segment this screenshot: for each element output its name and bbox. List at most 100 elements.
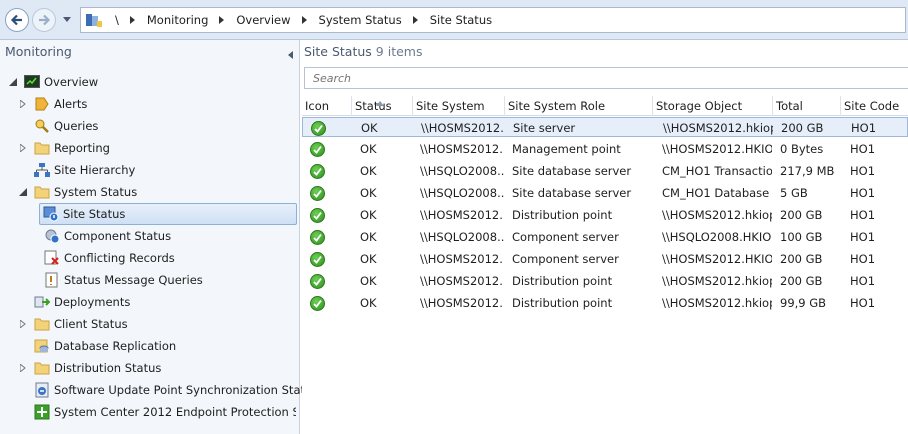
tree-item-queries[interactable]: Queries [34, 115, 98, 137]
status-ok-check-icon [310, 229, 325, 245]
folder-icon [34, 362, 50, 375]
search-input[interactable] [305, 68, 908, 88]
breadcrumb-root[interactable]: \ [107, 13, 127, 27]
status-ok-check-icon [310, 251, 325, 267]
cell-site-system-role: Component server [512, 252, 619, 266]
column-header-site-system[interactable]: Site System [413, 96, 505, 116]
component-status-icon [45, 229, 60, 244]
breadcrumb-system-status[interactable]: System Status [311, 13, 410, 27]
status-ok-check-icon [311, 120, 326, 136]
table-row[interactable]: OK \\HOSMS2012... Distribution point \\HOSM… [302, 271, 908, 291]
tree-item-component-status[interactable]: Component Status [44, 225, 171, 247]
column-header-icon[interactable]: Icon [302, 96, 352, 116]
table-row[interactable]: OK \\HOSMS2012... Distribution point \\HOSM… [302, 293, 908, 313]
table-row[interactable]: OK \\HOSMS2012... Site server \\HOSMS2012.h… [302, 117, 908, 137]
tree-item-site-hierarchy[interactable]: Site Hierarchy [34, 159, 135, 181]
collapsed-arrow-icon[interactable] [18, 143, 28, 153]
results-title: Site Status 9 items [304, 44, 422, 59]
cell-site-system: \\HSQLO2008... [420, 186, 504, 200]
status-ok-check-icon [310, 141, 325, 157]
tree-item-endpoint-protection-status[interactable]: System Center 2012 Endpoint Protection S… [34, 401, 296, 423]
cell-site-system-role: Distribution point [512, 296, 613, 310]
conflict-icon [44, 250, 59, 265]
cell-site-system: \\HOSMS2012... [420, 252, 504, 266]
cell-status: OK [360, 296, 377, 310]
collapsed-arrow-icon[interactable] [18, 319, 28, 329]
collapsed-arrow-icon[interactable] [18, 99, 28, 109]
tree-item-deployments[interactable]: Deployments [34, 291, 130, 313]
tree-item-label: Reporting [54, 141, 110, 155]
alert-icon [35, 97, 49, 111]
sort-ascending-icon [376, 95, 384, 109]
tree-item-reporting[interactable]: Reporting [20, 137, 110, 159]
chevron-right-icon[interactable] [410, 16, 422, 24]
table-row[interactable]: OK \\HOSMS2012... Management point \\HOSMS2… [302, 139, 908, 159]
column-header-site-code[interactable]: Site Code [841, 96, 908, 116]
tree-item-sup-sync-status[interactable]: Software Update Point Synchronization St… [34, 379, 318, 401]
cell-total: 100 GB [780, 230, 823, 244]
cell-site-code: HO1 [850, 230, 876, 244]
tree-item-client-status[interactable]: Client Status [20, 313, 128, 335]
results-title-text: Site Status [304, 44, 372, 59]
cell-total: 200 GB [780, 208, 823, 222]
cell-storage-object: \\HOSMS2012.hkiop... [662, 296, 772, 310]
sync-icon [35, 382, 49, 398]
tree-item-label: Alerts [54, 97, 88, 111]
tree-item-distribution-status[interactable]: Distribution Status [20, 357, 161, 379]
table-row[interactable]: OK \\HOSMS2012... Distribution point \\HOSM… [302, 205, 908, 225]
tree-item-alerts[interactable]: Alerts [20, 93, 88, 115]
cell-site-system-role: Component server [512, 230, 619, 244]
column-header-total[interactable]: Total [773, 96, 841, 116]
cell-site-code: HO1 [850, 208, 876, 222]
tree-item-label: Site Hierarchy [54, 163, 136, 177]
tree-item-conflicting-records[interactable]: Conflicting Records [44, 247, 175, 269]
collapsed-arrow-icon[interactable] [18, 363, 28, 373]
status-ok-check-icon [310, 295, 325, 311]
tree-item-label: Conflicting Records [64, 251, 175, 265]
column-header-site-system-role[interactable]: Site System Role [505, 96, 653, 116]
breadcrumb-overview[interactable]: Overview [228, 13, 298, 27]
chevron-right-icon[interactable] [127, 16, 139, 24]
tree-item-label: Software Update Point Synchronization St… [54, 383, 319, 397]
tree-item-overview[interactable]: Overview [9, 71, 99, 93]
chevron-right-icon[interactable] [216, 16, 228, 24]
breadcrumb-site-status[interactable]: Site Status [422, 13, 500, 27]
back-button[interactable] [5, 8, 29, 32]
cell-site-system: \\HOSMS2012... [420, 274, 504, 288]
message-query-icon [45, 272, 58, 288]
cell-total: 0 Bytes [780, 142, 824, 156]
table-row[interactable]: OK \\HSQLO2008... Site database server CM_H… [302, 161, 908, 181]
expanded-arrow-icon[interactable] [18, 187, 28, 197]
navigation-pane: Monitoring Overview Alerts Queries Repor… [0, 40, 318, 434]
search-box[interactable] [304, 67, 908, 89]
tree-item-site-status[interactable]: Site Status [39, 203, 297, 225]
table-row[interactable]: OK \\HOSMS2012... Component server \\HOSMS2… [302, 249, 908, 269]
cell-total: 217,9 MB [780, 164, 835, 178]
cell-icon [311, 118, 331, 138]
table-row[interactable]: OK \\HSQLO2008... Site database server CM_H… [302, 183, 908, 203]
table-row[interactable]: OK \\HSQLO2008... Component server \\HSQLO2… [302, 227, 908, 247]
breadcrumb-monitoring[interactable]: Monitoring [139, 13, 217, 27]
collapse-pane-icon[interactable] [287, 48, 293, 62]
tree-item-label: Component Status [64, 229, 172, 243]
forward-button[interactable] [32, 8, 56, 32]
column-header-storage-object[interactable]: Storage Object [653, 96, 773, 116]
tree-item-system-status[interactable]: System Status [19, 181, 137, 203]
hierarchy-icon [34, 163, 50, 177]
tree-item-status-message-queries[interactable]: Status Message Queries [44, 269, 203, 291]
cell-status: OK [360, 142, 377, 156]
cell-site-system: \\HSQLO2008... [420, 230, 504, 244]
cell-storage-object: \\HSQLO2008.HKIO... [662, 230, 772, 244]
tree-item-database-replication[interactable]: Database Replication [34, 335, 176, 357]
arrow-right-icon [39, 14, 51, 26]
chevron-right-icon[interactable] [299, 16, 311, 24]
overview-icon [24, 75, 40, 88]
cell-total: 99,9 GB [780, 296, 827, 310]
cell-status: OK [360, 274, 377, 288]
database-icon [34, 339, 49, 353]
history-dropdown[interactable] [62, 14, 72, 26]
cell-site-system: \\HOSMS2012... [420, 142, 504, 156]
column-header-status[interactable]: Status [352, 96, 413, 116]
expanded-arrow-icon[interactable] [8, 77, 18, 87]
tree-item-label: Overview [44, 75, 99, 89]
